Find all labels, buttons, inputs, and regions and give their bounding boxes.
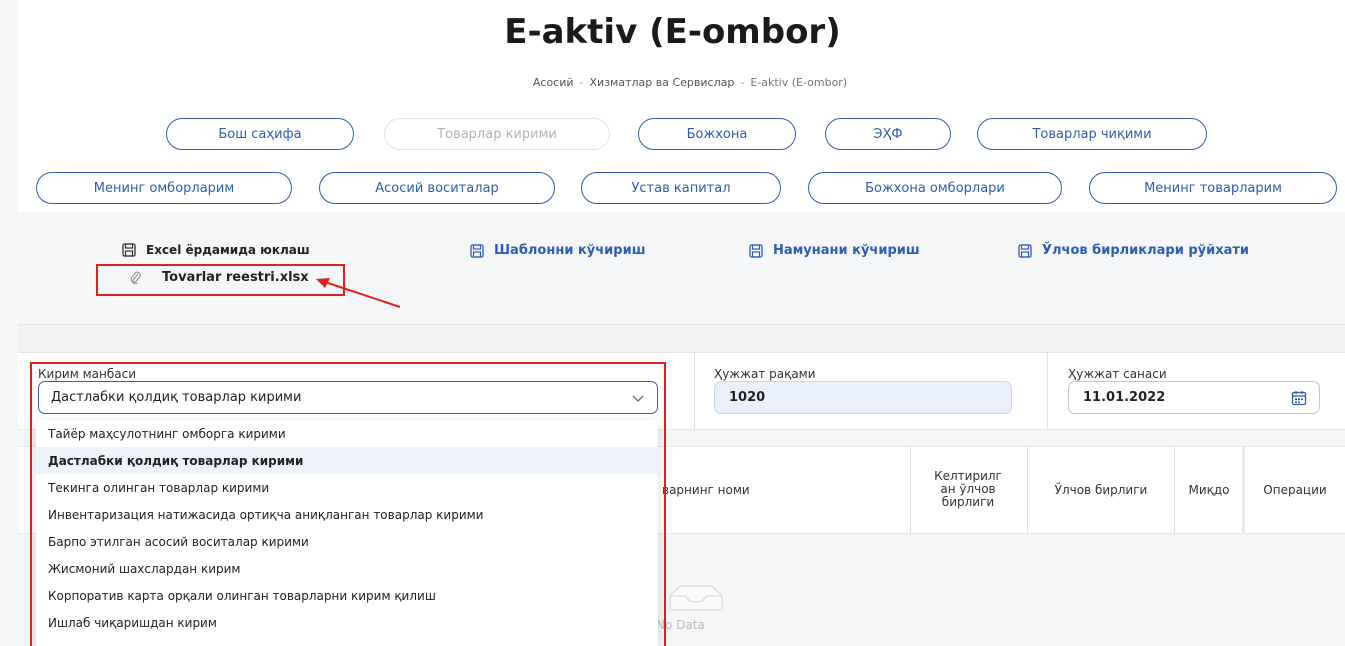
nav-customs-button[interactable]: Божхона xyxy=(638,118,796,150)
nav-charter-capital-button[interactable]: Устав капитал xyxy=(581,172,781,204)
divider xyxy=(1174,446,1175,534)
save-icon xyxy=(122,243,136,257)
breadcrumb-services[interactable]: Хизматлар ва Сервислар xyxy=(590,76,735,89)
doc-number-input[interactable]: 1020 xyxy=(714,381,1012,414)
sample-download-link[interactable]: Намунани кўчириш xyxy=(749,243,920,258)
nav-fixed-assets-button[interactable]: Асосий воситалар xyxy=(319,172,555,204)
doc-date-input[interactable]: 11.01.2022 xyxy=(1068,381,1320,414)
page-title: E-aktiv (E-ombor) xyxy=(504,12,841,52)
col-goods-name: варнинг номи xyxy=(662,483,750,497)
highlight-box-file xyxy=(96,264,345,296)
col-operations: Операции xyxy=(1263,483,1327,497)
arrow-annotation-icon xyxy=(316,278,401,308)
nav-my-warehouses-button[interactable]: Менинг омборларим xyxy=(36,172,292,204)
divider xyxy=(694,352,695,430)
nav-ehf-button[interactable]: ЭҲФ xyxy=(825,118,951,150)
divider xyxy=(1242,446,1245,534)
doc-number-label: Ҳужжат рақами xyxy=(714,367,816,381)
nav-my-goods-button[interactable]: Менинг товарларим xyxy=(1089,172,1337,204)
template-download-link[interactable]: Шаблонни кўчириш xyxy=(470,243,646,258)
divider xyxy=(1047,352,1048,430)
empty-box-icon xyxy=(669,585,723,611)
doc-date-value: 11.01.2022 xyxy=(1083,390,1166,405)
units-list-label: Ўлчов бирликлари рўйхати xyxy=(1042,243,1250,258)
divider xyxy=(910,446,911,534)
nav-goods-outcome-button[interactable]: Товарлар чиқими xyxy=(977,118,1207,150)
nav-home-button[interactable]: Бош саҳифа xyxy=(166,118,354,150)
save-icon xyxy=(1018,243,1032,258)
doc-number-value: 1020 xyxy=(729,390,766,405)
breadcrumb-current: E-aktiv (E-ombor) xyxy=(750,76,848,89)
excel-upload-link[interactable]: Excel ёрдамида юклаш xyxy=(122,243,310,257)
save-icon xyxy=(470,243,484,258)
nav-customs-warehouses-button[interactable]: Божхона омборлари xyxy=(808,172,1062,204)
template-download-label: Шаблонни кўчириш xyxy=(494,243,646,258)
highlight-box-source xyxy=(30,362,666,646)
breadcrumb: Асосий - Хизматлар ва Сервислар - E-aktiv (E… xyxy=(532,76,848,89)
calendar-icon[interactable] xyxy=(1291,390,1307,406)
sample-download-label: Намунани кўчириш xyxy=(773,243,920,258)
doc-date-label: Ҳужжат санаси xyxy=(1068,367,1167,381)
excel-upload-label: Excel ёрдамида юклаш xyxy=(146,243,310,257)
save-icon xyxy=(749,243,763,258)
units-list-link[interactable]: Ўлчов бирликлари рўйхати xyxy=(1018,243,1249,258)
form-spacer xyxy=(18,324,1345,352)
col-brought-unit: Келтирилг ан ўлчов бирлиги xyxy=(934,469,1002,509)
nav-goods-income-button[interactable]: Товарлар кирими xyxy=(384,118,610,150)
breadcrumb-home[interactable]: Асосий xyxy=(533,76,574,89)
divider xyxy=(1027,446,1028,534)
col-unit: Ўлчов бирлиги xyxy=(1054,483,1148,497)
col-quantity: Миқдо xyxy=(1188,484,1230,497)
